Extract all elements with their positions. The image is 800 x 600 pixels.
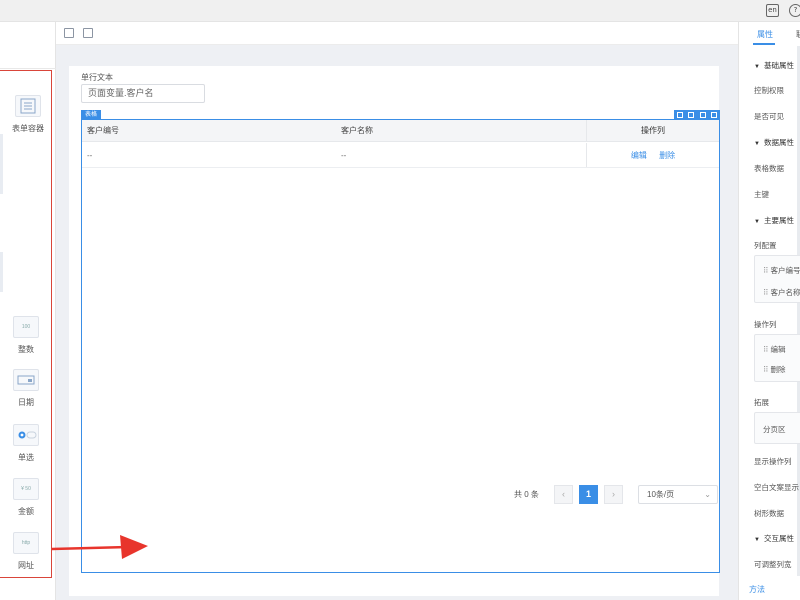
edit-button[interactable]: 编辑	[631, 151, 647, 160]
drag-handle-icon[interactable]: ⠿	[763, 288, 768, 297]
page-size-select[interactable]: 10条/页 ⌄	[638, 485, 718, 504]
properties-tabs: 属性 联	[739, 22, 800, 46]
method-tab[interactable]: 方法	[749, 584, 765, 595]
column-item-label: 客户编号	[770, 266, 800, 275]
section-interact[interactable]: ▼ 交互属性	[754, 533, 794, 544]
prop-empty-text: 空白文案显示	[754, 483, 799, 492]
prop-extension: 拓展	[754, 398, 769, 407]
extension-value: 分页区	[763, 425, 786, 434]
tab-linkage[interactable]: 联	[796, 29, 800, 40]
section-label: 数据属性	[763, 138, 794, 147]
table-tag-label: 表格	[85, 112, 98, 118]
prev-page-button[interactable]: ‹	[554, 485, 573, 504]
chevron-down-icon: ⌄	[704, 490, 711, 499]
table-tools	[674, 110, 720, 120]
paste-icon[interactable]	[688, 112, 695, 118]
canvas-toolbar	[56, 22, 738, 45]
active-tab-indicator	[753, 43, 775, 45]
column-item[interactable]: ⠿ 客户名称	[763, 287, 800, 298]
column-config-list: ⠿ 客户编号 ⠿ 客户名称	[754, 255, 800, 303]
form-container[interactable]: 单行文本 页面变量.客户名 表格 客户编号 客户名称 操作列 -- -- 编辑 …	[69, 66, 720, 596]
drag-handle-icon[interactable]: ⠿	[763, 345, 768, 354]
move-icon[interactable]	[699, 112, 706, 118]
language-icon[interactable]: en	[766, 4, 779, 17]
section-label: 主要属性	[763, 216, 794, 225]
action-column-list: ⠿ 编辑 ⠿ 删除	[754, 334, 800, 382]
prop-column-config: 列配置	[754, 241, 777, 250]
section-main[interactable]: ▼ 主要属性	[754, 215, 794, 226]
prop-tree-data: 树形数据	[754, 509, 784, 518]
table-cell: --	[341, 151, 347, 160]
field-label: 单行文本	[81, 73, 113, 82]
pagination-total: 共 0 条	[514, 490, 539, 499]
table-component[interactable]: 表格 客户编号 客户名称 操作列 -- -- 编辑 删除 共 0 条 ‹ 1 ›…	[81, 110, 720, 573]
next-page-button[interactable]: ›	[604, 485, 623, 504]
action-item-label: 删除	[770, 365, 786, 374]
column-item[interactable]: ⠿ 客户编号	[763, 265, 800, 276]
action-cell: 编辑 删除	[586, 143, 719, 167]
triangle-down-icon: ▼	[754, 537, 760, 543]
red-arrow-annotation	[51, 535, 148, 559]
triangle-down-icon: ▼	[754, 141, 760, 147]
table-cell: --	[87, 151, 93, 160]
extension-box[interactable]: 分页区	[754, 412, 800, 444]
drag-handle-icon[interactable]: ⠿	[763, 266, 768, 275]
delete-button[interactable]: 删除	[659, 151, 675, 160]
prop-visible: 是否可见	[754, 112, 784, 121]
triangle-down-icon: ▼	[754, 64, 760, 70]
tab-properties[interactable]: 属性	[757, 29, 773, 40]
prop-resizable: 可调整列宽	[754, 560, 792, 569]
highlight-annotation-box	[0, 70, 52, 578]
text-input[interactable]: 页面变量.客户名	[81, 84, 205, 103]
column-header: 客户编号	[87, 126, 119, 135]
section-basic[interactable]: ▼ 基础属性	[754, 60, 794, 71]
design-canvas: 单行文本 页面变量.客户名 表格 客户编号 客户名称 操作列 -- -- 编辑 …	[56, 45, 738, 600]
table-header: 客户编号 客户名称 操作列	[82, 120, 719, 142]
table-row: -- -- 编辑 删除	[82, 143, 719, 168]
page-size-value: 10条/页	[647, 490, 675, 499]
delete-icon[interactable]	[711, 112, 718, 118]
properties-panel: 属性 联 ▼基础属性 控制权限 是否可见 ▼数据属性 表格数据 主键 ▼主要属性…	[738, 22, 800, 600]
panel-divider	[0, 68, 56, 69]
section-label: 基础属性	[763, 61, 794, 70]
action-item[interactable]: ⠿ 编辑	[763, 344, 786, 355]
prop-action-column: 操作列	[754, 320, 777, 329]
column-header: 客户名称	[341, 126, 373, 135]
top-bar: en ?	[0, 0, 800, 22]
section-label: 交互属性	[763, 534, 794, 543]
prop-permission: 控制权限	[754, 86, 784, 95]
pagination: 共 0 条 ‹ 1 › 10条/页 ⌄	[82, 485, 719, 505]
action-item[interactable]: ⠿ 删除	[763, 364, 786, 375]
prop-show-action-column: 显示操作列	[754, 457, 792, 466]
table-tag: 表格	[81, 110, 102, 120]
copy-icon[interactable]	[676, 112, 683, 118]
triangle-down-icon: ▼	[754, 219, 760, 225]
column-header: 操作列	[586, 120, 719, 141]
action-item-label: 编辑	[770, 345, 786, 354]
section-data[interactable]: ▼ 数据属性	[754, 137, 794, 148]
help-icon[interactable]: ?	[789, 4, 800, 17]
column-item-label: 客户名称	[770, 288, 800, 297]
fullscreen-icon[interactable]	[64, 28, 74, 38]
drag-handle-icon[interactable]: ⠿	[763, 365, 768, 374]
save-icon[interactable]	[83, 28, 93, 38]
prop-table-data: 表格数据	[754, 164, 784, 173]
prop-primary-key: 主键	[754, 190, 769, 199]
page-number-button[interactable]: 1	[579, 485, 598, 504]
